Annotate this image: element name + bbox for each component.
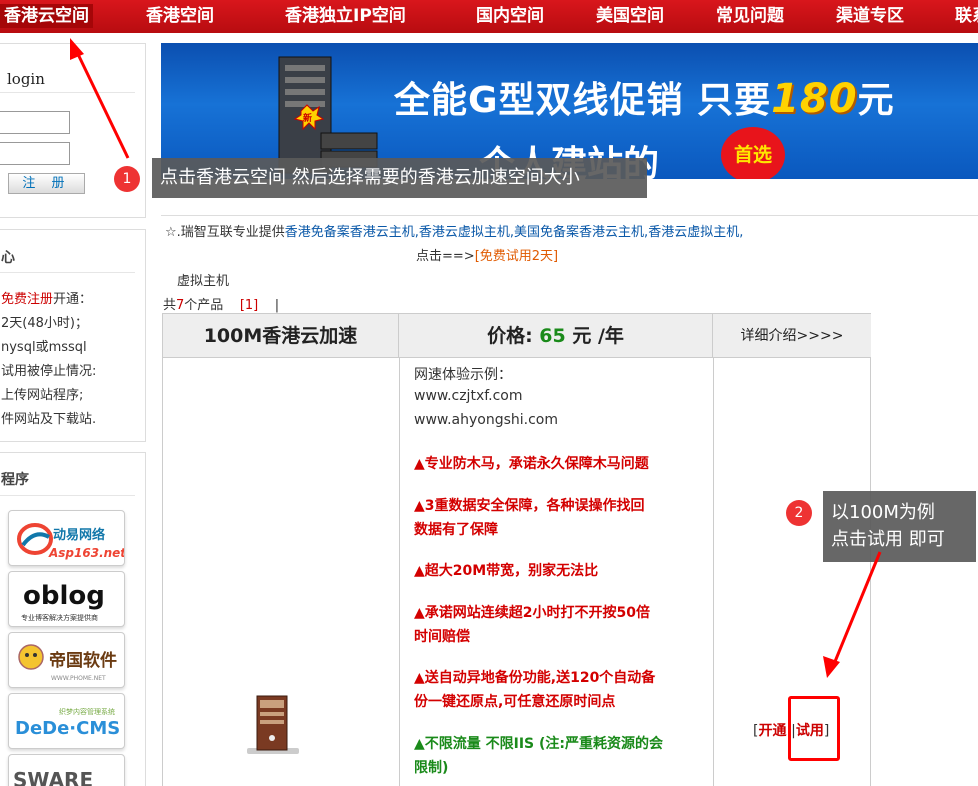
breadcrumb: 虚拟主机 (177, 274, 230, 289)
nav-channel[interactable]: 渠道专区 (836, 4, 904, 28)
logo-sub: 专业博客解决方案提供商 (21, 613, 98, 622)
login-title: login (7, 70, 45, 88)
member-title: 心 (1, 250, 15, 266)
logo-text: DeDe·CMS (15, 718, 120, 739)
register-button[interactable]: 注 册 (8, 173, 85, 194)
promo-info: ☆.瑞智互联专业提供香港免备案香港云主机,香港云虚拟主机,美国免备案香港云主机,… (161, 215, 978, 264)
price-value: 65 (539, 325, 566, 347)
product-table: 100M香港云加速 价格: 65 元 /年 详细介绍>>>> 网速体验示例： w… (162, 313, 871, 786)
feature-item: 时间赔偿 (414, 629, 470, 645)
programs-title: 程序 (1, 472, 29, 488)
member-line-3: nysql或mssql (1, 340, 87, 355)
logo-text: SWARE (13, 768, 93, 786)
feature-item: ▲承诺网站连续超2小时打不开按50倍 (414, 605, 650, 621)
feature-item: 数据有了保障 (414, 522, 498, 538)
logo-text: oblog (23, 581, 105, 611)
promo-links[interactable]: 香港免备案香港云主机,香港云虚拟主机,美国免备案香港云主机,香港云虚拟主机, (285, 225, 744, 240)
feature-item-green: 限制) (414, 760, 449, 776)
feature-item: 份一键还原点,可任意还原时间点 (414, 694, 616, 710)
member-line-2: 2天(48小时)； (1, 316, 88, 331)
promo-text: ☆.瑞智互联专业提供香港免备案香港云主机,香港云虚拟主机,美国免备案香港云主机,… (165, 221, 743, 240)
divider (0, 495, 135, 496)
member-line-1: 免费注册开通： (1, 288, 92, 307)
speed-title: 网速体验示例： (414, 367, 512, 383)
divider (0, 92, 135, 93)
feature-item: ▲送自动异地备份功能,送120个自动备 (414, 670, 656, 686)
logo-phome[interactable]: 帝国软件 WWW.PHOME.NET (8, 632, 125, 688)
free-trial-link[interactable]: [免费试用2天] (475, 249, 558, 264)
username-input[interactable] (0, 111, 70, 134)
nav-hk-space[interactable]: 香港空间 (146, 4, 214, 28)
product-name: 100M香港云加速 (163, 314, 399, 358)
instruction-tooltip-2: 以100M为例 点击试用 即可 (823, 491, 976, 562)
highlight-frame (788, 696, 840, 761)
step-marker-2: 2 (786, 500, 812, 526)
banner-price-suffix: 元 (857, 80, 895, 121)
nav-domestic-space[interactable]: 国内空间 (476, 4, 544, 28)
member-panel: 心 免费注册开通： 2天(48小时)； nysql或mssql 试用被停止情况:… (0, 229, 146, 442)
new-tag: 新 (303, 112, 312, 124)
logo-sub: Asp163.net (48, 546, 125, 560)
nav-hk-cloud-space[interactable]: 香港云空间 (0, 4, 93, 28)
price-unit: 元 /年 (572, 325, 624, 347)
server-icon (247, 695, 299, 754)
column-divider (713, 358, 714, 786)
trial-line: 点击==>[免费试用2天] (416, 245, 558, 264)
member-line-6: 件网站及下载站. (1, 412, 97, 427)
product-count: 共7个产品 [1] | (163, 294, 279, 313)
price-label: 价格: (487, 325, 533, 347)
open-link[interactable]: 开通 (758, 723, 786, 739)
logo-cmsware[interactable]: SWARE (8, 754, 125, 786)
member-line-5: 上传网站程序; (1, 388, 84, 403)
trial-prefix: 点击==> (416, 249, 475, 264)
tooltip2-line-2: 点击试用 即可 (831, 529, 945, 550)
feature-item: ▲3重数据安全保障，各种误操作找回 (414, 498, 645, 514)
logo-text: 帝国软件 (49, 650, 117, 671)
nav-us-space[interactable]: 美国空间 (596, 4, 664, 28)
logo-sub: WWW.PHOME.NET (51, 675, 106, 682)
divider (0, 272, 135, 273)
speed-site-2[interactable]: www.ahyongshi.com (414, 412, 558, 428)
feature-item: ▲超大20M带宽，别家无法比 (414, 563, 599, 579)
password-input[interactable] (0, 142, 70, 165)
member-line-text: 开通： (53, 292, 93, 307)
count-prefix: 共 (163, 298, 177, 313)
feature-item: ▲专业防木马，承诺永久保障木马问题 (414, 456, 649, 472)
logo-dedecms[interactable]: 织梦内容管理系统 DeDe·CMS (8, 693, 125, 749)
logo-powereasy[interactable]: 动易网络 Asp163.net (8, 510, 125, 566)
logo-oblog[interactable]: oblog 专业博客解决方案提供商 (8, 571, 125, 627)
member-line-4: 试用被停止情况: (1, 364, 97, 379)
banner-price: 180 (771, 76, 858, 122)
logo-sub: 织梦内容管理系统 (59, 707, 115, 716)
count-suffix: 个产品 (184, 298, 224, 313)
detail-link[interactable]: 详细介绍>>>> (713, 314, 871, 358)
free-register-link[interactable]: 免费注册 (1, 292, 53, 307)
tooltip2-line-1: 以100M为例 (831, 502, 935, 523)
column-divider (399, 358, 400, 786)
speed-site-1[interactable]: www.czjtxf.com (414, 388, 523, 404)
banner-badge: 首选 (721, 127, 785, 179)
banner-headline: 全能G型双线促销 只要180元 (394, 71, 895, 123)
programs-panel: 程序 动易网络 Asp163.net oblog 专业博客解决方案提供商 帝国软… (0, 452, 146, 786)
product-price: 价格: 65 元 /年 (399, 314, 713, 358)
nav-contact[interactable]: 联系 (955, 4, 978, 28)
logo-text: 动易网络 (53, 527, 105, 543)
instruction-tooltip-1: 点击香港云空间 然后选择需要的香港云加速空间大小 (152, 158, 647, 198)
page-separator: | (274, 298, 280, 313)
top-nav: 香港云空间 香港空间 香港独立IP空间 国内空间 美国空间 常见问题 渠道专区 … (0, 0, 978, 33)
nav-faq[interactable]: 常见问题 (716, 4, 784, 28)
nav-hk-dedicated-ip[interactable]: 香港独立IP空间 (285, 4, 406, 28)
step-marker-1: 1 (114, 166, 140, 192)
banner-headline-text: 全能G型双线促销 只要 (394, 80, 772, 121)
page-link-1[interactable]: [1] (240, 298, 258, 313)
promo-prefix: ☆.瑞智互联专业提供 (165, 225, 285, 240)
feature-item-green: ▲不限流量 不限IIS (注:严重耗资源的会 (414, 736, 664, 752)
